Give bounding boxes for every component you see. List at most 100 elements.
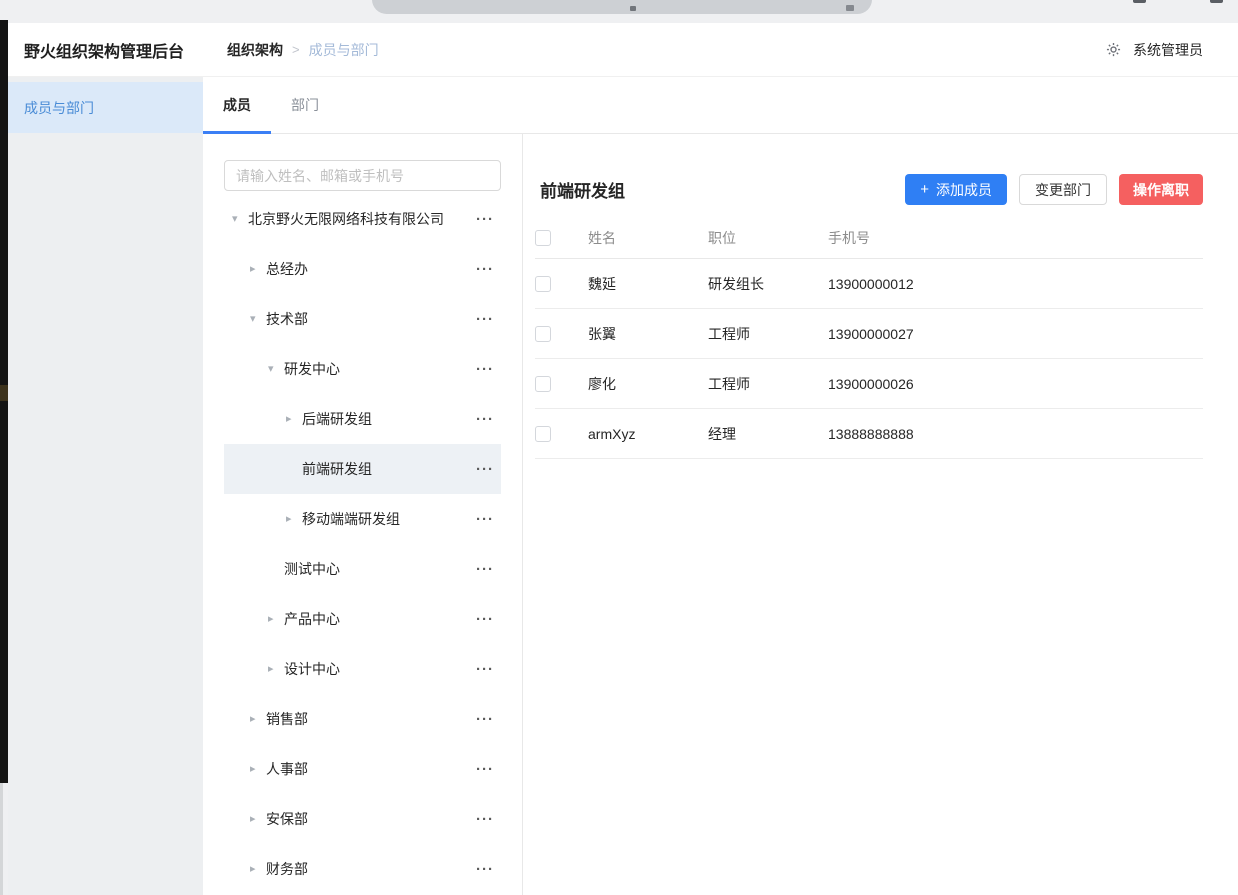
tree-caret-icon[interactable]: ▸: [268, 664, 284, 675]
change-department-button[interactable]: 变更部门: [1019, 174, 1107, 205]
tree-caret-icon[interactable]: ▾: [250, 314, 266, 325]
department-tree: ▾ 北京野火无限网络科技有限公司 ··· ▸ 总经办 ··· ▾ 技术部 ···…: [224, 194, 501, 894]
tree-node-label: 设计中心: [284, 659, 340, 679]
tree-node[interactable]: ▸ 设计中心 ···: [224, 644, 501, 694]
table-header-row: 姓名 职位 手机号: [535, 218, 1203, 259]
sidebar-item-members-departments[interactable]: 成员与部门: [8, 82, 203, 133]
bookmark-star-icon[interactable]: [846, 5, 854, 11]
ellipsis-more-icon[interactable]: ···: [476, 712, 494, 727]
tree-node-label: 产品中心: [284, 609, 340, 629]
cell-position: 工程师: [708, 374, 828, 394]
ellipsis-more-icon[interactable]: ···: [476, 662, 494, 677]
member-panel: 前端研发组 + 添加成员 变更部门 操作离职: [523, 134, 1238, 895]
cell-position: 经理: [708, 424, 828, 444]
extension-icon[interactable]: [1133, 0, 1146, 3]
ellipsis-more-icon[interactable]: ···: [476, 312, 494, 327]
row-checkbox[interactable]: [535, 276, 551, 292]
browser-toolbar: [0, 0, 1238, 23]
row-checkbox[interactable]: [535, 326, 551, 342]
tree-caret-icon[interactable]: ▾: [232, 214, 248, 225]
tab-departments[interactable]: 部门: [271, 77, 339, 133]
tree-node[interactable]: ▸ 移动端端研发组 ···: [224, 494, 501, 544]
tree-node-label: 人事部: [266, 759, 308, 779]
breadcrumb: 组织架构 > 成员与部门: [227, 40, 379, 60]
search-input[interactable]: [224, 160, 501, 191]
ellipsis-more-icon[interactable]: ···: [476, 512, 494, 527]
tree-caret-icon[interactable]: ▸: [268, 614, 284, 625]
column-header-name: 姓名: [588, 228, 708, 248]
cell-phone: 13900000027: [828, 326, 1203, 342]
tree-caret-icon[interactable]: ▸: [286, 514, 302, 525]
cell-name: armXyz: [588, 426, 708, 442]
panel-header: 前端研发组 + 添加成员 变更部门 操作离职: [535, 174, 1203, 205]
tree-node-label: 测试中心: [284, 559, 340, 579]
member-table: 姓名 职位 手机号 魏延 研发组长 13900000012 张翼 工程师 139…: [535, 218, 1203, 459]
breadcrumb-current: 成员与部门: [309, 40, 379, 60]
select-all-checkbox[interactable]: [535, 230, 551, 246]
sidebar-item-label: 成员与部门: [24, 98, 94, 118]
sidebar: 成员与部门: [8, 77, 203, 895]
tree-node[interactable]: ▸ 总经办 ···: [224, 244, 501, 294]
tree-caret-icon[interactable]: ▸: [286, 414, 302, 425]
cell-phone: 13888888888: [828, 426, 1203, 442]
menu-icon[interactable]: [1210, 0, 1223, 3]
ellipsis-more-icon[interactable]: ···: [476, 412, 494, 427]
tree-caret-icon[interactable]: ▸: [250, 764, 266, 775]
ellipsis-more-icon[interactable]: ···: [476, 462, 494, 477]
column-header-position: 职位: [708, 228, 828, 248]
column-header-phone: 手机号: [828, 228, 1203, 248]
resign-button[interactable]: 操作离职: [1119, 174, 1203, 205]
app-title: 野火组织架构管理后台: [24, 38, 227, 62]
background-window-edge-bottom: [0, 783, 3, 895]
ellipsis-more-icon[interactable]: ···: [476, 362, 494, 377]
tree-node[interactable]: ▸ 产品中心 ···: [224, 594, 501, 644]
user-name[interactable]: 系统管理员: [1133, 40, 1203, 60]
cell-name: 魏延: [588, 274, 708, 294]
ellipsis-more-icon[interactable]: ···: [476, 612, 494, 627]
tree-caret-icon[interactable]: ▸: [250, 714, 266, 725]
ellipsis-more-icon[interactable]: ···: [476, 762, 494, 777]
tree-caret-icon[interactable]: ▸: [250, 864, 266, 875]
tab-members[interactable]: 成员: [203, 77, 271, 133]
app-window: 野火组织架构管理后台 组织架构 > 成员与部门 系统管理员 成员与部门: [8, 23, 1238, 895]
plus-icon: +: [920, 181, 929, 198]
tree-node-label: 移动端端研发组: [302, 509, 400, 529]
ellipsis-more-icon[interactable]: ···: [476, 812, 494, 827]
tree-caret-icon[interactable]: ▾: [268, 364, 284, 375]
tree-node[interactable]: ▾ 研发中心 ···: [224, 344, 501, 394]
row-checkbox[interactable]: [535, 426, 551, 442]
department-tree-panel: ▾ 北京野火无限网络科技有限公司 ··· ▸ 总经办 ··· ▾ 技术部 ···…: [203, 134, 523, 895]
row-checkbox[interactable]: [535, 376, 551, 392]
browser-address-bar[interactable]: [372, 0, 872, 14]
tree-node[interactable]: ▸ 安保部 ···: [224, 794, 501, 844]
ellipsis-more-icon[interactable]: ···: [476, 562, 494, 577]
tree-node[interactable]: ▸ 后端研发组 ···: [224, 394, 501, 444]
tree-caret-icon[interactable]: ▸: [250, 264, 266, 275]
tree-caret-icon[interactable]: ▸: [250, 814, 266, 825]
tree-node[interactable]: ▾ 技术部 ···: [224, 294, 501, 344]
table-row: 张翼 工程师 13900000027: [535, 309, 1203, 359]
change-department-label: 变更部门: [1035, 180, 1091, 200]
header-user-area: 系统管理员: [1106, 40, 1203, 60]
tree-node-label: 财务部: [266, 859, 308, 879]
table-row: armXyz 经理 13888888888: [535, 409, 1203, 459]
add-member-button[interactable]: + 添加成员: [905, 174, 1007, 205]
breadcrumb-root[interactable]: 组织架构: [227, 40, 283, 60]
tree-node[interactable]: 测试中心 ···: [224, 544, 501, 594]
tree-node[interactable]: 前端研发组 ···: [224, 444, 501, 494]
cell-position: 工程师: [708, 324, 828, 344]
cell-name: 张翼: [588, 324, 708, 344]
tree-node[interactable]: ▸ 财务部 ···: [224, 844, 501, 894]
ellipsis-more-icon[interactable]: ···: [476, 262, 494, 277]
app-header: 野火组织架构管理后台 组织架构 > 成员与部门 系统管理员: [8, 23, 1238, 77]
tree-node-label: 后端研发组: [302, 409, 372, 429]
tree-node[interactable]: ▸ 人事部 ···: [224, 744, 501, 794]
gear-icon[interactable]: [1106, 42, 1121, 57]
tree-node[interactable]: ▾ 北京野火无限网络科技有限公司 ···: [224, 194, 501, 244]
add-member-label: 添加成员: [936, 180, 992, 200]
tree-node[interactable]: ▸ 销售部 ···: [224, 694, 501, 744]
breadcrumb-separator: >: [292, 42, 300, 57]
ellipsis-more-icon[interactable]: ···: [476, 862, 494, 877]
ellipsis-more-icon[interactable]: ···: [476, 212, 494, 227]
tree-node-label: 前端研发组: [302, 459, 372, 479]
